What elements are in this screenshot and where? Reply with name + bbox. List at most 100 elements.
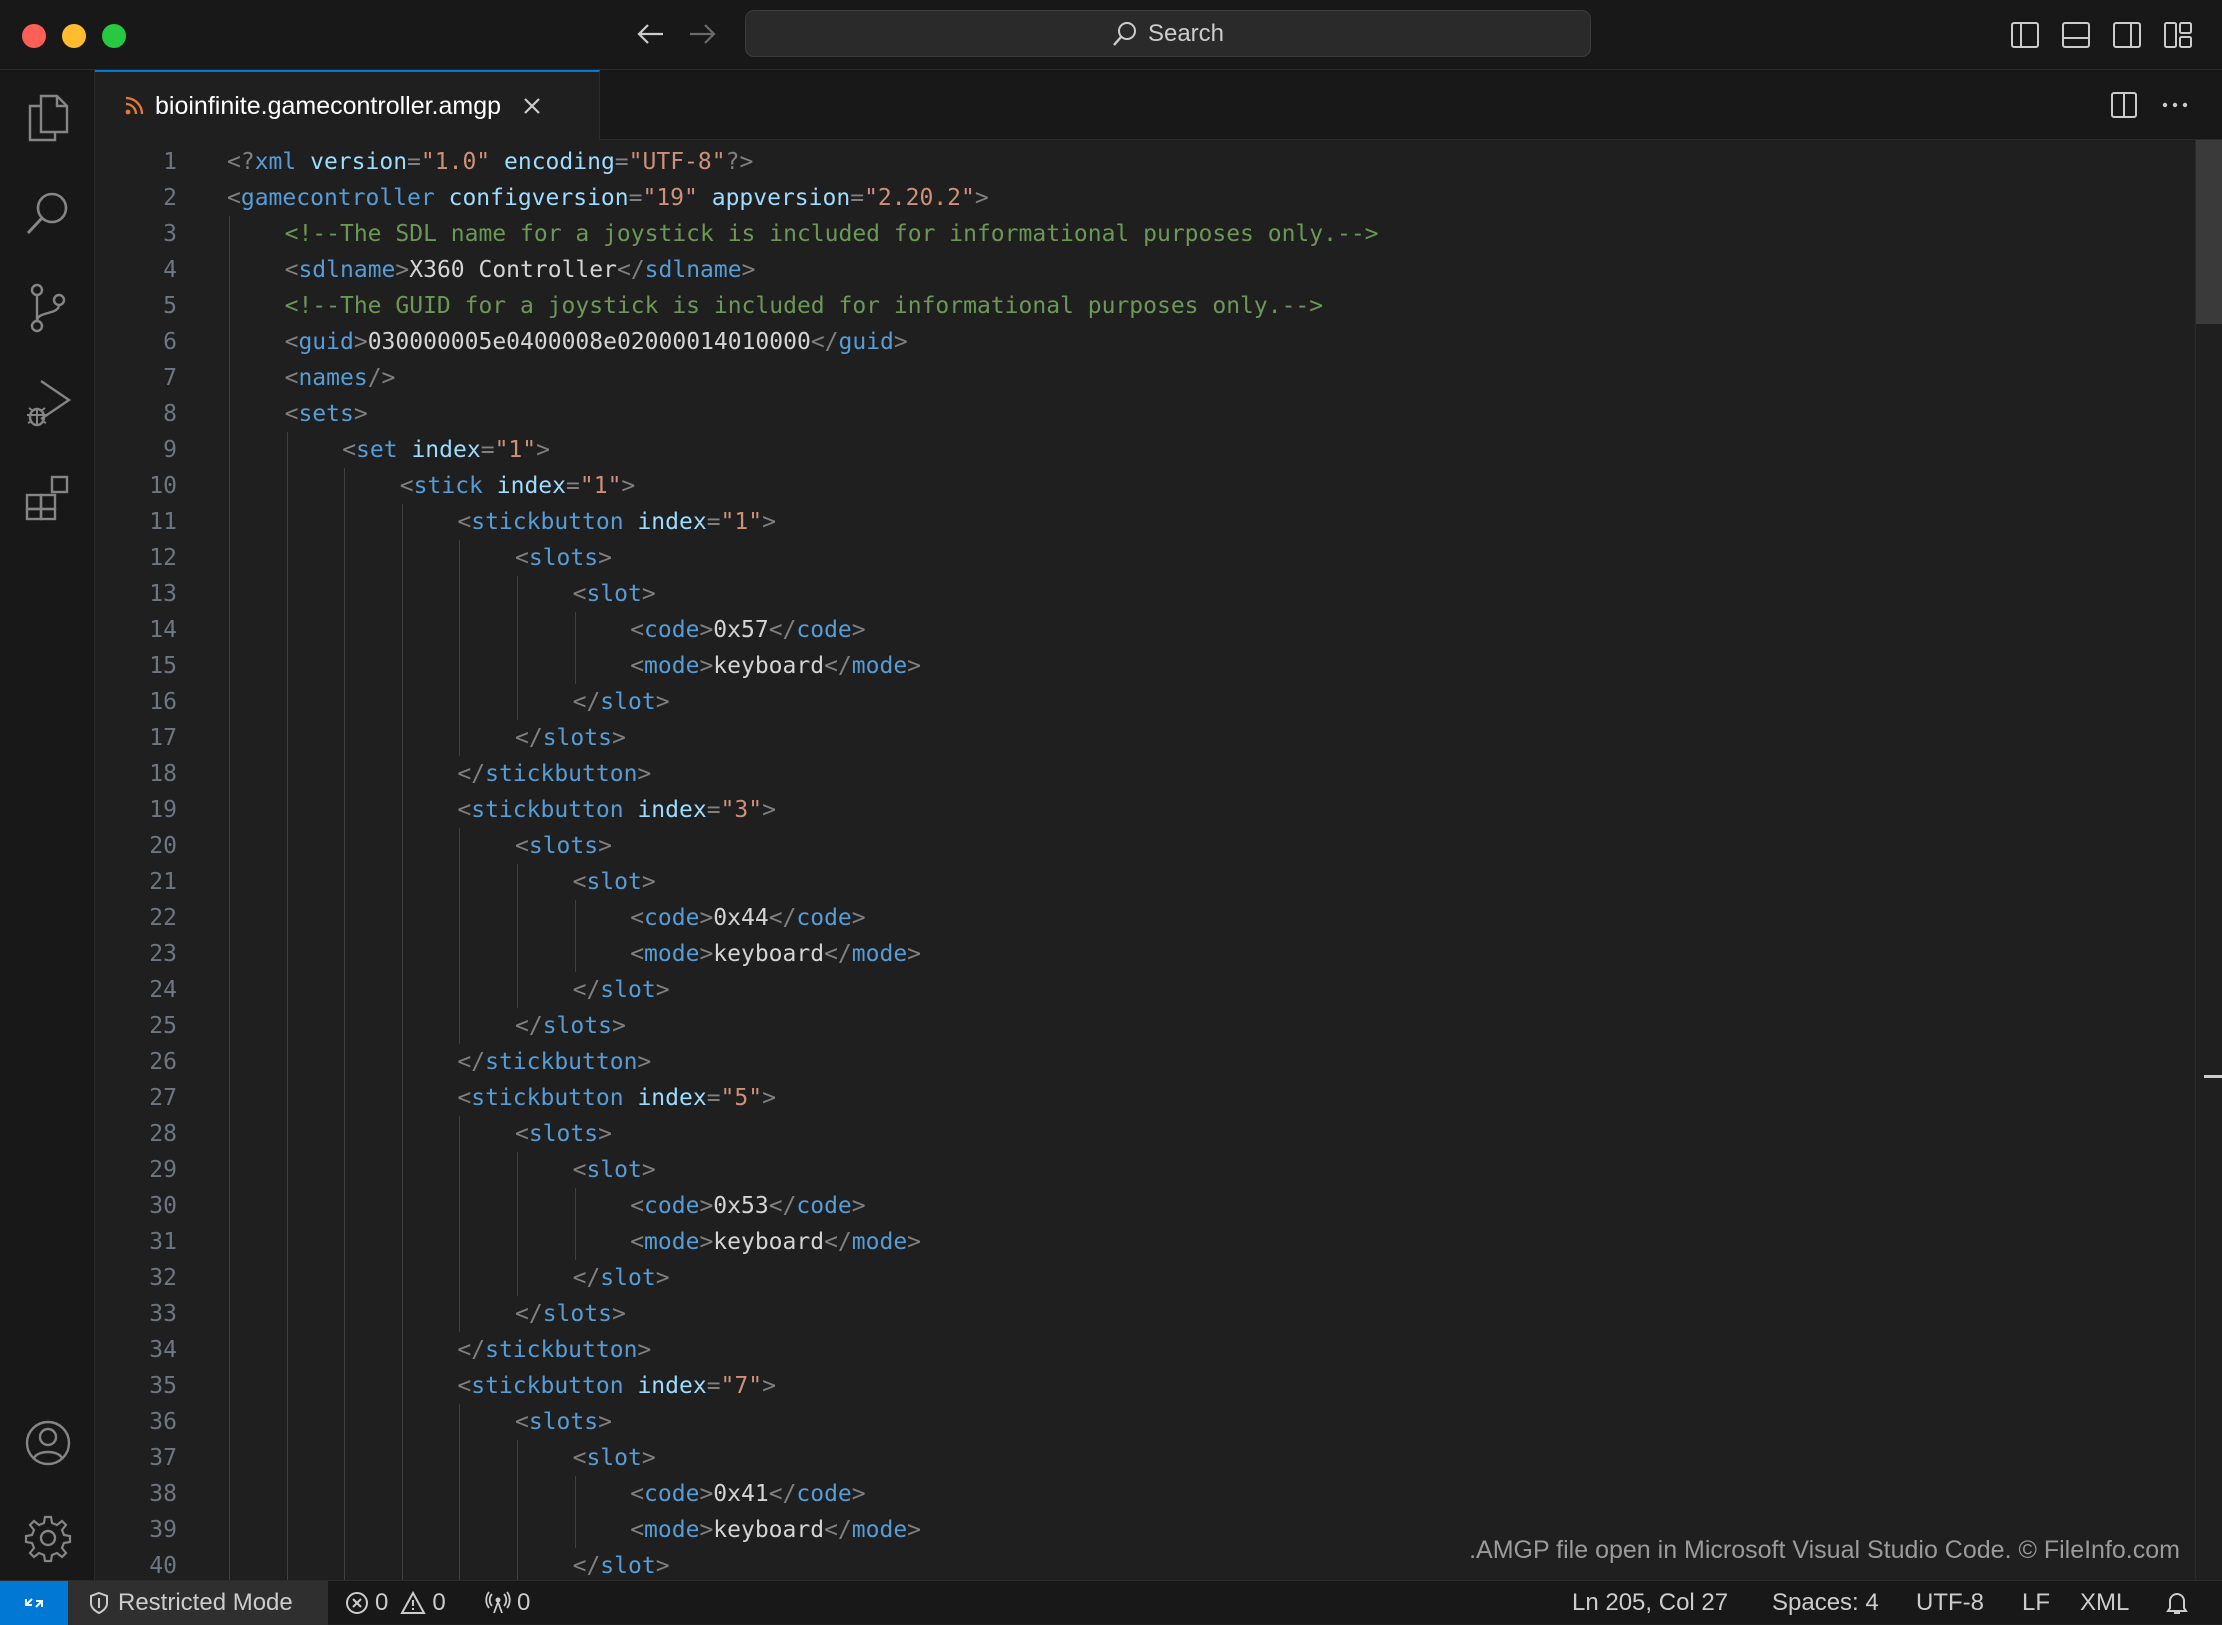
toggle-secondary-sidebar-button[interactable] (2110, 18, 2144, 52)
code-line[interactable]: 14 <code>0x57</code> (95, 612, 2195, 648)
code-line[interactable]: 21 <slot> (95, 864, 2195, 900)
code-token: > (641, 1157, 656, 1183)
warning-icon (400, 1591, 427, 1614)
indentation-button[interactable]: Spaces: 4 (1772, 1581, 1879, 1625)
restricted-mode-button[interactable]: Restricted Mode (68, 1581, 328, 1625)
remote-indicator-button[interactable] (0, 1581, 68, 1625)
code-editor[interactable]: 1 <?xml version="1.0" encoding="UTF-8"?> 2… (95, 140, 2195, 1580)
scrollbar-thumb[interactable] (2196, 140, 2222, 324)
code-token: index (637, 1085, 707, 1111)
minimize-window-button[interactable] (62, 24, 86, 48)
problems-button[interactable]: 0 0 (345, 1581, 446, 1625)
notifications-button[interactable] (2165, 1581, 2189, 1625)
code-line[interactable]: 32 </slot> (95, 1260, 2195, 1296)
customize-layout-button[interactable] (2161, 18, 2195, 52)
code-line[interactable]: 5 <!--The GUID for a joystick is included… (95, 288, 2195, 324)
code-token: guid (298, 329, 354, 355)
code-line[interactable]: 29 <slot> (95, 1152, 2195, 1188)
split-editor-button[interactable] (2109, 90, 2139, 120)
code-line[interactable]: 34 </stickbutton> (95, 1332, 2195, 1368)
run-and-debug-button[interactable] (20, 375, 76, 431)
code-line[interactable]: 18 </stickbutton> (95, 756, 2195, 792)
toggle-panel-button[interactable] (2059, 18, 2093, 52)
close-icon[interactable] (521, 95, 543, 117)
code-line[interactable]: 17 </slots> (95, 720, 2195, 756)
code-line[interactable]: 11 <stickbutton index="1"> (95, 504, 2195, 540)
code-line[interactable]: 20 <slots> (95, 828, 2195, 864)
editor-scrollbar[interactable] (2195, 140, 2222, 1580)
code-line[interactable]: 16 </slot> (95, 684, 2195, 720)
code-line[interactable]: 30 <code>0x53</code> (95, 1188, 2195, 1224)
back-button[interactable] (631, 16, 671, 52)
line-number: 8 (163, 401, 177, 427)
code-token: </ (810, 329, 839, 355)
source-control-button[interactable] (20, 280, 76, 336)
code-line[interactable]: 38 <code>0x41</code> (95, 1476, 2195, 1512)
command-center-search[interactable]: Search (745, 10, 1591, 57)
code-line[interactable]: 13 <slot> (95, 576, 2195, 612)
code-token: slot (586, 581, 642, 607)
code-line[interactable]: 9 <set index="1"> (95, 432, 2195, 468)
code-text: <mode>keyboard</mode> (630, 1512, 921, 1548)
explorer-button[interactable] (20, 90, 76, 146)
forward-button[interactable] (682, 16, 722, 52)
maximize-window-button[interactable] (102, 24, 126, 48)
code-line[interactable]: 2 <gamecontroller configversion="19" appv… (95, 180, 2195, 216)
line-number: 38 (149, 1481, 177, 1507)
code-token: 0x44 (713, 905, 769, 931)
code-line[interactable]: 8 <sets> (95, 396, 2195, 432)
indent-guide (517, 1152, 518, 1296)
close-window-button[interactable] (22, 24, 46, 48)
code-line[interactable]: 25 </slots> (95, 1008, 2195, 1044)
code-token: slots (528, 1409, 599, 1435)
code-line[interactable]: 22 <code>0x44</code> (95, 900, 2195, 936)
code-line[interactable]: 7 <names/> (95, 360, 2195, 396)
code-token: sdlname (298, 257, 396, 283)
code-token: > (699, 653, 714, 679)
more-actions-button[interactable] (2160, 90, 2190, 120)
code-line[interactable]: 27 <stickbutton index="5"> (95, 1080, 2195, 1116)
code-line[interactable]: 3 <!--The SDL name for a joystick is incl… (95, 216, 2195, 252)
code-line[interactable]: 24 </slot> (95, 972, 2195, 1008)
code-token: > (655, 689, 670, 715)
code-line[interactable]: 1 <?xml version="1.0" encoding="UTF-8"?> (95, 144, 2195, 180)
indent-guide (459, 1404, 461, 1580)
encoding-button[interactable]: UTF-8 (1916, 1581, 1984, 1625)
code-token: code (644, 1193, 700, 1219)
line-number: 37 (149, 1445, 177, 1471)
code-line[interactable]: 37 <slot> (95, 1440, 2195, 1476)
accounts-button[interactable] (20, 1415, 76, 1471)
code-line[interactable]: 6 <guid>030000005e0400008e02000014010000<… (95, 324, 2195, 360)
eol-button[interactable]: LF (2022, 1581, 2050, 1625)
source-control-icon (30, 283, 66, 333)
manage-button[interactable] (20, 1510, 76, 1566)
cursor-position-button[interactable]: Ln 205, Col 27 (1572, 1581, 1728, 1625)
code-line[interactable]: 10 <stick index="1"> (95, 468, 2195, 504)
language-mode-button[interactable]: XML (2080, 1581, 2129, 1625)
editor-tab[interactable]: bioinfinite.gamecontroller.amgp (95, 70, 600, 140)
code-token: set (356, 437, 398, 463)
code-line[interactable]: 33 </slots> (95, 1296, 2195, 1332)
code-line[interactable]: 15 <mode>keyboard</mode> (95, 648, 2195, 684)
code-line[interactable]: 28 <slots> (95, 1116, 2195, 1152)
indent-guide (574, 1476, 576, 1548)
code-line[interactable]: 31 <mode>keyboard</mode> (95, 1224, 2195, 1260)
code-token: < (515, 1409, 529, 1435)
search-view-button[interactable] (20, 185, 76, 241)
code-line[interactable]: 36 <slots> (95, 1404, 2195, 1440)
indentation-label: Spaces: 4 (1772, 1589, 1879, 1616)
extensions-button[interactable] (20, 470, 76, 526)
toggle-primary-sidebar-button[interactable] (2008, 18, 2042, 52)
code-line[interactable]: 19 <stickbutton index="3"> (95, 792, 2195, 828)
ports-button[interactable]: 0 (485, 1581, 530, 1625)
code-line[interactable]: 4 <sdlname>X360 Controller</sdlname> (95, 252, 2195, 288)
code-line[interactable]: 26 </stickbutton> (95, 1044, 2195, 1080)
code-line[interactable]: 12 <slots> (95, 540, 2195, 576)
code-token: > (893, 329, 908, 355)
code-line[interactable]: 35 <stickbutton index="7"> (95, 1368, 2195, 1404)
cursor-position-label: Ln 205, Col 27 (1572, 1589, 1729, 1616)
code-token: > (762, 1373, 776, 1399)
code-text: </slots> (515, 1296, 626, 1332)
encoding-label: UTF-8 (1916, 1589, 1984, 1616)
code-line[interactable]: 23 <mode>keyboard</mode> (95, 936, 2195, 972)
